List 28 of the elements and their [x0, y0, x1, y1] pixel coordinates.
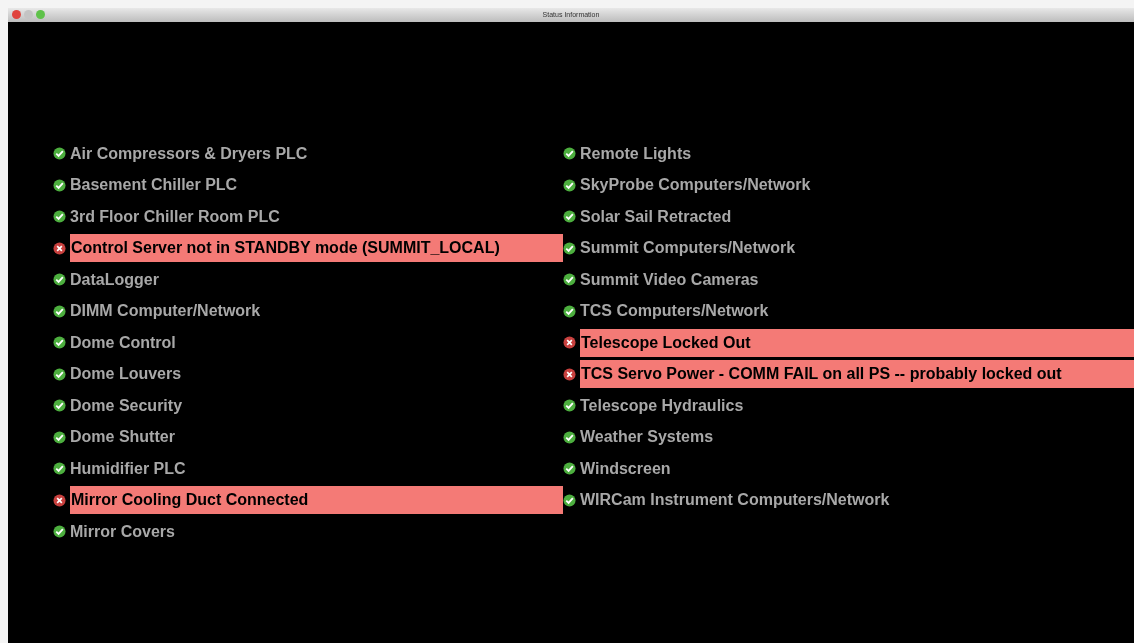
alert-label: Telescope Locked Out: [580, 328, 1134, 357]
status-label: SkyProbe Computers/Network: [580, 175, 811, 196]
status-label: Dome Louvers: [70, 364, 182, 385]
status-label: Solar Sail Retracted: [580, 206, 732, 227]
status-label: Dome Shutter: [70, 427, 175, 448]
status-label: Windscreen: [580, 458, 671, 479]
status-label: Summit Computers/Network: [580, 238, 796, 259]
status-label: Telescope Hydraulics: [580, 395, 744, 416]
alert-label: TCS Servo Power - COMM FAIL on all PS -- probably locked out: [580, 360, 1134, 389]
status-label: Dome Security: [70, 395, 183, 416]
status-label: WIRCam Instrument Computers/Network: [580, 490, 890, 511]
status-label: 3rd Floor Chiller Room PLC: [70, 206, 280, 227]
status-label: Summit Video Cameras: [580, 269, 759, 290]
status-label: Remote Lights: [580, 143, 692, 164]
alert-label: Control Server not in STANDBY mode (SUMMIT_LOCAL): [70, 234, 563, 263]
status-label: Basement Chiller PLC: [70, 175, 238, 196]
zoom-button[interactable]: [36, 10, 45, 19]
status-label: TCS Computers/Network: [580, 301, 769, 322]
status-label: Dome Control: [70, 332, 176, 353]
status-label: DIMM Computer/Network: [70, 301, 261, 322]
status-label: Humidifier PLC: [70, 458, 186, 479]
status-label: Weather Systems: [580, 427, 714, 448]
status-label: DataLogger: [70, 269, 159, 290]
status-label: Mirror Covers: [70, 521, 175, 542]
close-button[interactable]: [12, 10, 21, 19]
alert-label: Mirror Cooling Duct Connected: [70, 486, 563, 515]
minimize-button[interactable]: [24, 10, 33, 19]
status-label: Air Compressors & Dryers PLC: [70, 143, 308, 164]
